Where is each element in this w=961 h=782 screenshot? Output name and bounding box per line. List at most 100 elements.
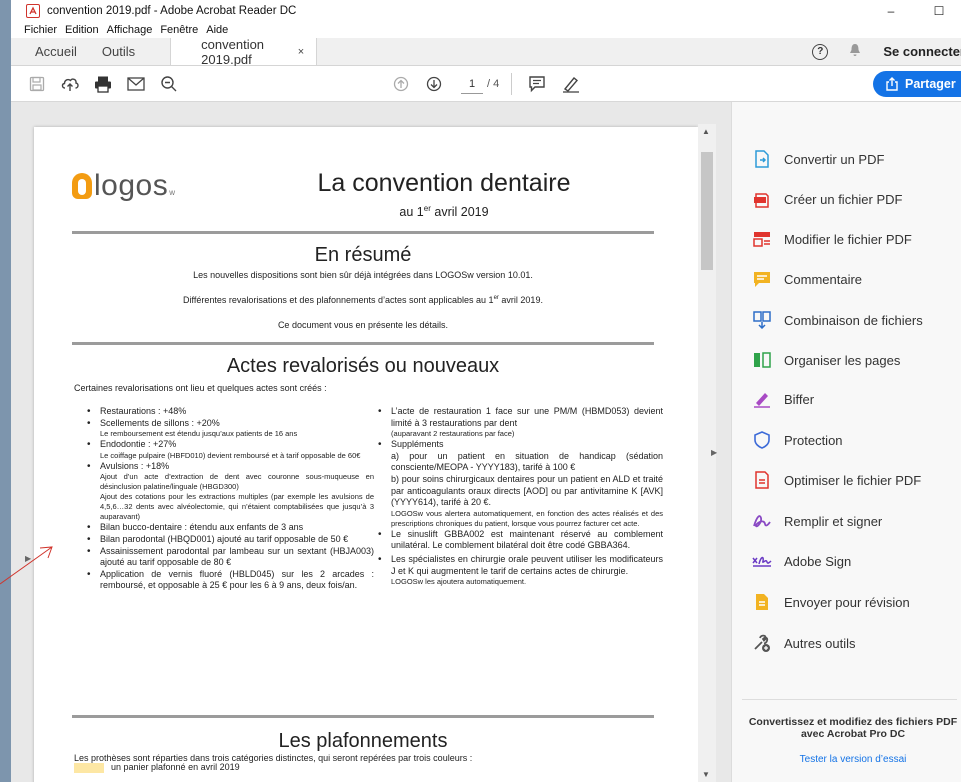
annotation-arrow-icon (0, 546, 53, 585)
help-icon[interactable]: ? (812, 43, 829, 60)
list-item-note: Ajout des cotations pour les extractions… (100, 492, 374, 522)
share-icon (886, 77, 898, 91)
acts-right-column: L’acte de restauration 1 face sur une PM… (365, 406, 663, 587)
document-viewer[interactable]: ▶ logos w La convention dentaire au 1er … (11, 102, 731, 782)
maximize-button[interactable]: ☐ (924, 2, 954, 19)
section-divider (72, 342, 654, 345)
list-item-note: (auparavant 2 restaurations par face) (391, 429, 515, 439)
page-number-input[interactable] (461, 74, 483, 94)
trial-link[interactable]: Tester la version d’essai (742, 754, 961, 765)
summary-line: Différentes revalorisations et des plafo… (183, 295, 543, 305)
save-icon[interactable] (24, 71, 50, 97)
adobe-sign-icon (752, 551, 772, 571)
document-title: La convention dentaire (317, 169, 571, 197)
list-item: Assainissement parodontal par lambeau su… (74, 546, 374, 569)
promo-text: Convertissez et modifiez des fichiers PD… (748, 716, 958, 740)
share-button[interactable]: Partager (873, 71, 961, 97)
list-item: Restaurations : +48% (74, 406, 374, 418)
tool-more-tools[interactable]: Autres outils (752, 631, 856, 655)
tool-adobe-sign[interactable]: Adobe Sign (752, 549, 851, 573)
list-item-note: Ajout d’un acte d’extraction de dent ave… (100, 472, 374, 492)
menu-bar: Fichier Edition Affichage Fenêtre Aide (11, 21, 961, 38)
email-icon[interactable] (123, 71, 149, 97)
tool-redact[interactable]: Biffer (752, 387, 814, 411)
redact-icon (752, 389, 772, 409)
tools-pane: ▶ Convertir un PDF Créer un fichier PDF … (711, 102, 961, 782)
acts-intro: Certaines revalorisations ont lieu et qu… (74, 383, 327, 393)
list-item: Application de vernis fluoré (HBLD045) s… (74, 569, 374, 592)
tab-close-icon[interactable]: × (298, 46, 304, 58)
tab-home[interactable]: Accueil (11, 38, 90, 65)
menu-edition[interactable]: Edition (65, 24, 99, 36)
minimize-button[interactable]: – (876, 2, 906, 19)
summary-line: Les nouvelles dispositions sont bien sûr… (193, 270, 533, 280)
acrobat-icon (26, 3, 40, 18)
create-pdf-icon (752, 189, 772, 209)
list-item-text: b) pour soins chirurgicaux dentaires pou… (391, 473, 663, 508)
tool-protect[interactable]: Protection (752, 428, 843, 452)
scroll-up-icon[interactable]: ▲ (702, 127, 710, 136)
scroll-down-icon[interactable]: ▼ (702, 770, 710, 779)
page-total: / 4 (487, 78, 500, 90)
section-divider (72, 231, 654, 234)
list-item: Bilan parodontal (HBQD001) ajouté au tar… (74, 534, 374, 546)
convert-pdf-icon (752, 149, 772, 169)
next-page-icon[interactable] (421, 71, 447, 97)
tool-convert-pdf[interactable]: Convertir un PDF (752, 147, 884, 171)
scrollbar-thumb[interactable] (701, 152, 713, 270)
edit-pdf-icon (752, 229, 772, 249)
tooth-logo-icon (72, 173, 92, 199)
tool-edit-pdf[interactable]: Modifier le fichier PDF (752, 227, 912, 251)
menu-fichier[interactable]: Fichier (24, 24, 57, 36)
comment-icon[interactable] (524, 71, 550, 97)
organize-pages-icon (752, 350, 772, 370)
list-item-note: LOGOSw les ajoutera automatiquement. (391, 577, 527, 587)
send-review-icon (752, 592, 772, 612)
tool-organize-pages[interactable]: Organiser les pages (752, 348, 900, 372)
print-icon[interactable] (90, 71, 116, 97)
tab-tools[interactable]: Outils (90, 38, 148, 65)
list-item: Avulsions : +18% (74, 461, 374, 473)
tool-optimize-pdf[interactable]: Optimiser le fichier PDF (752, 468, 921, 492)
combine-files-icon (752, 310, 772, 330)
collapse-right-pane-icon[interactable]: ▶ (711, 448, 717, 457)
share-label: Partager (905, 77, 956, 91)
optimize-pdf-icon (752, 470, 772, 490)
tool-fill-sign[interactable]: Remplir et signer (752, 509, 882, 533)
acts-heading: Actes revalorisés ou nouveaux (226, 355, 500, 377)
list-item: Scellements de sillons : +20% (74, 418, 374, 430)
tab-bar: Accueil Outils convention 2019.pdf × ? S… (11, 36, 961, 67)
highlight-pen-icon[interactable] (558, 71, 584, 97)
tool-comment[interactable]: Commentaire (752, 267, 862, 291)
window-title: convention 2019.pdf - Adobe Acrobat Read… (47, 4, 297, 17)
pdf-page: logos w La convention dentaire au 1er av… (34, 127, 698, 782)
list-item-note: Le coiffage pulpaire (HBFD010) devient r… (100, 450, 361, 460)
menu-fenetre[interactable]: Fenêtre (160, 24, 198, 36)
tool-combine-files[interactable]: Combinaison de fichiers (752, 308, 923, 332)
tools-divider (742, 699, 957, 700)
toolbar: / 4 Partager (11, 66, 961, 102)
list-item-text: a) pour un patient en situation de handi… (391, 450, 663, 473)
title-bar: convention 2019.pdf - Adobe Acrobat Read… (11, 0, 961, 21)
yellow-color-swatch (74, 763, 104, 773)
upload-cloud-icon[interactable] (57, 71, 83, 97)
previous-page-icon[interactable] (388, 71, 414, 97)
tab-document-label: convention 2019.pdf (201, 36, 265, 67)
list-item: Le sinuslift GBBA002 est maintenant rése… (365, 529, 663, 552)
tool-create-pdf[interactable]: Créer un fichier PDF (752, 187, 902, 211)
list-item: Suppléments (365, 439, 663, 451)
summary-line: Ce document vous en présente les détails… (277, 320, 449, 330)
list-item: Les spécialistes en chirurgie orale peuv… (365, 554, 663, 577)
tool-send-review[interactable]: Envoyer pour révision (752, 590, 910, 614)
menu-affichage[interactable]: Affichage (107, 24, 153, 36)
menu-aide[interactable]: Aide (206, 24, 228, 36)
list-item-note: Le remboursement est étendu jusqu’aux pa… (100, 429, 298, 439)
zoom-out-icon[interactable] (156, 71, 182, 97)
bell-icon[interactable] (849, 43, 861, 60)
section-divider (72, 715, 654, 718)
signin-link[interactable]: Se connecter (883, 44, 961, 59)
list-item: L’acte de restauration 1 face sur une PM… (365, 406, 663, 429)
shield-icon (752, 430, 772, 450)
tab-document[interactable]: convention 2019.pdf × (170, 36, 318, 67)
caps-yellow-label: un panier plafonné en avril 2019 (111, 762, 240, 772)
